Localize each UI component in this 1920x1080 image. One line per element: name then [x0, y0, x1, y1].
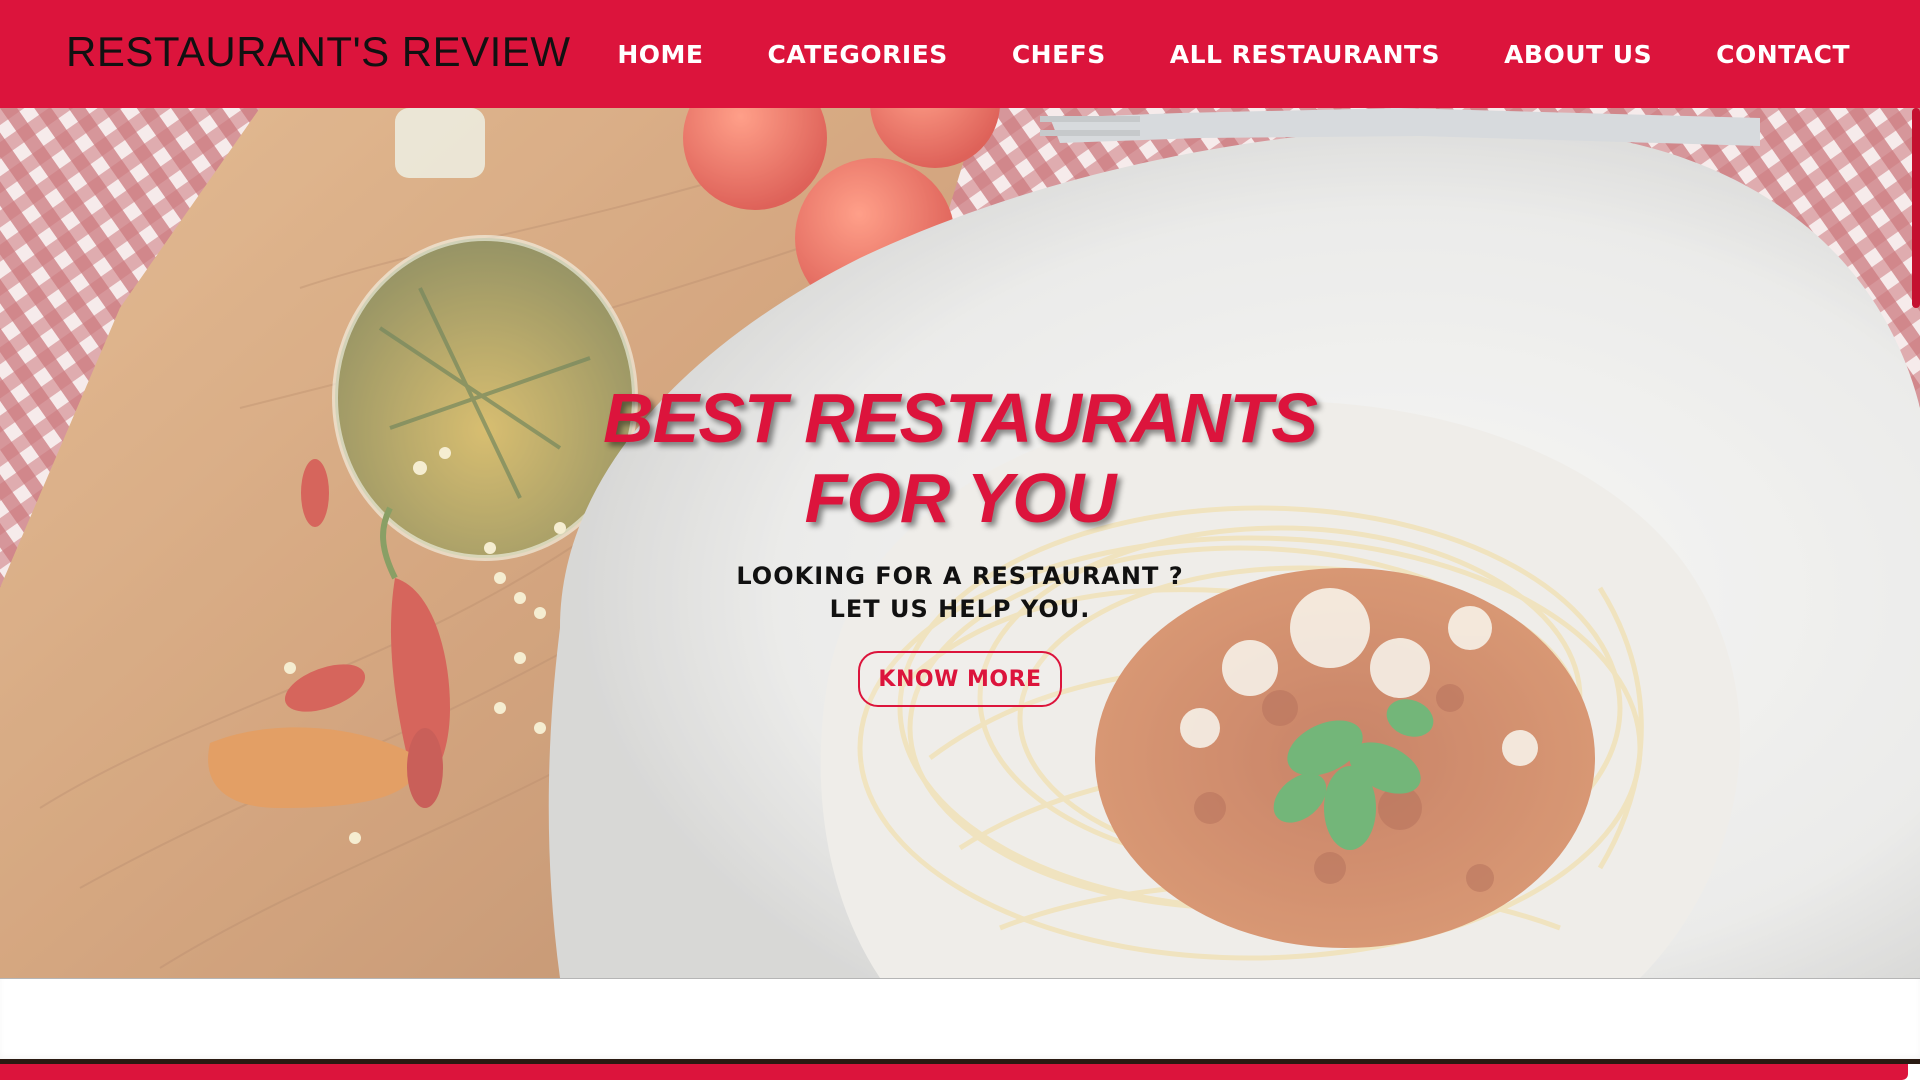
- hero-title-line-1: BEST RESTAURANTS: [603, 379, 1318, 457]
- hero-content: BEST RESTAURANTS FOR YOU LOOKING FOR A R…: [0, 108, 1920, 978]
- hero-title-line-2: FOR YOU: [804, 459, 1117, 537]
- nav-links: HOME CATEGORIES CHEFS ALL RESTAURANTS AB…: [553, 0, 1850, 108]
- page-scrollbar[interactable]: [1912, 108, 1920, 308]
- hero-subtitle: LOOKING FOR A RESTAURANT ? LET US HELP Y…: [660, 560, 1260, 626]
- bottom-accent-bar: [0, 1064, 1908, 1080]
- hero-subtitle-line-1: LOOKING FOR A RESTAURANT ?: [736, 562, 1184, 590]
- hero-title: BEST RESTAURANTS FOR YOU: [560, 378, 1360, 538]
- nav-categories[interactable]: CATEGORIES: [768, 40, 948, 69]
- nav-about-us[interactable]: ABOUT US: [1504, 40, 1652, 69]
- nav-contact[interactable]: CONTACT: [1716, 40, 1850, 69]
- hero-subtitle-line-2: LET US HELP YOU.: [829, 595, 1091, 623]
- site-brand[interactable]: RESTAURANT'S REVIEW: [66, 28, 570, 76]
- hero-section: BEST RESTAURANTS FOR YOU LOOKING FOR A R…: [0, 108, 1920, 978]
- know-more-button[interactable]: KNOW MORE: [858, 651, 1062, 707]
- nav-chefs[interactable]: CHEFS: [1012, 40, 1106, 69]
- nav-home[interactable]: HOME: [617, 40, 703, 69]
- page: RESTAURANT'S REVIEW HOME CATEGORIES CHEF…: [0, 0, 1920, 1080]
- nav-all-restaurants[interactable]: ALL RESTAURANTS: [1170, 40, 1440, 69]
- content-section: [0, 978, 1920, 1061]
- top-navbar: RESTAURANT'S REVIEW HOME CATEGORIES CHEF…: [0, 0, 1920, 108]
